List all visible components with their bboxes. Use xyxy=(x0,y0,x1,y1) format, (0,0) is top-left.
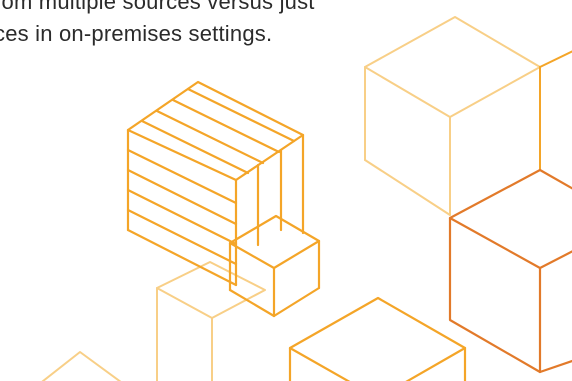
light-cube-bottom-left-icon xyxy=(41,351,122,381)
cube-illustration xyxy=(41,16,572,381)
light-cube-top-right-icon xyxy=(364,16,541,216)
stacked-cube-icon xyxy=(126,80,305,287)
medium-cube-bottom-icon xyxy=(288,296,467,381)
dark-cube-icon xyxy=(448,168,572,374)
medium-cube-right-edge-icon xyxy=(539,50,572,171)
light-cube-bottom-middle-icon xyxy=(156,261,266,381)
